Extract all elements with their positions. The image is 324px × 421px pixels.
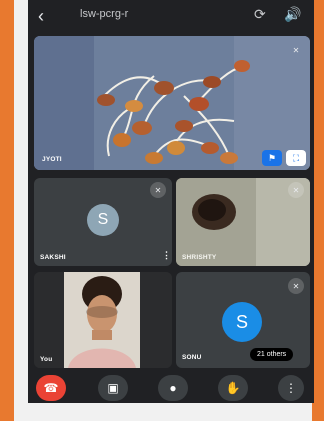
others-count-badge[interactable]: 21 others [250, 348, 294, 361]
participant-name: SONU [182, 354, 202, 361]
speaker-icon[interactable]: 🔊 [284, 6, 301, 23]
camera-toggle-button[interactable]: ▣ [98, 375, 128, 401]
participant-tile-sakshi[interactable]: ✕ S SAKSHI ⋮ [34, 178, 172, 266]
raise-hand-button[interactable]: ✋ [218, 375, 248, 401]
more-vert-icon: ⋮ [285, 381, 297, 395]
fullscreen-icon[interactable]: ⛶ [286, 150, 306, 166]
participant-tile-shrishty[interactable]: ✕ SHRISHTY [176, 178, 310, 266]
self-video-feed [34, 272, 172, 368]
mic-off-icon: ✕ [288, 278, 304, 294]
pin-icon[interactable]: ⚑ [262, 150, 282, 166]
participant-name: JYOTI [42, 156, 62, 163]
end-call-icon: ☎ [43, 381, 59, 395]
more-options-button[interactable]: ⋮ [278, 375, 304, 401]
camera-icon: ▣ [107, 381, 119, 395]
mic-off-icon: ✕ [292, 45, 300, 55]
end-call-button[interactable]: ☎ [36, 375, 66, 401]
switch-camera-icon[interactable]: ⟳ [254, 6, 266, 23]
call-controls: ☎ ▣ ● ✋ ⋮ [28, 373, 314, 403]
meet-screen: ‹ lsw-pcrg-r ⟳ 🔊 ✕ JYOTI ⚑ ⛶ ✕ S SAKSHI … [28, 0, 314, 403]
participant-name: SHRISHTY [182, 254, 217, 261]
mic-off-icon: ✕ [150, 182, 166, 198]
arrow-back-icon[interactable]: ‹ [38, 6, 44, 27]
meeting-code: lsw-pcrg-r [80, 8, 129, 20]
participant-name: You [40, 356, 53, 363]
participant-tile-you[interactable]: You [34, 272, 172, 368]
raise-hand-icon: ✋ [225, 381, 241, 395]
mic-off-icon: ✕ [288, 182, 304, 198]
participant-tile-sonu[interactable]: ✕ S SONU 21 others [176, 272, 310, 368]
mic-toggle-button[interactable]: ● [158, 375, 188, 401]
top-bar: ‹ lsw-pcrg-r ⟳ 🔊 [28, 0, 314, 34]
more-vert-icon[interactable]: ⋮ [162, 250, 171, 261]
participant-name: SAKSHI [40, 254, 66, 261]
avatar: S [222, 302, 262, 342]
avatar: S [87, 204, 119, 236]
participant-tile-jyoti[interactable]: ✕ JYOTI ⚑ ⛶ [34, 36, 310, 170]
mic-icon: ● [169, 381, 177, 395]
